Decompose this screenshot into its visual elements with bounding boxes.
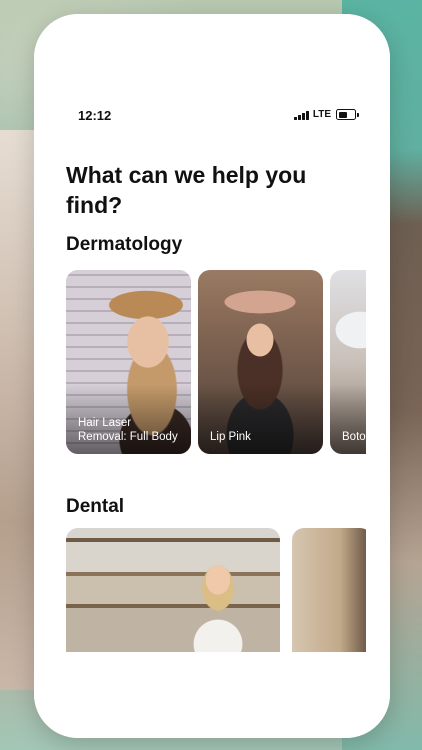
signal-icon [294, 110, 309, 120]
service-card-label: Botox [342, 431, 366, 443]
status-bar: 12:12 LTE [34, 106, 390, 126]
service-card[interactable] [66, 528, 280, 652]
service-card-label: Lip Pink [210, 431, 251, 443]
service-card-image [292, 528, 366, 652]
phone-top-bezel [34, 14, 390, 104]
service-card[interactable]: Hair Laser Removal: Full Body [66, 270, 191, 454]
service-card-image [66, 528, 280, 652]
status-time: 12:12 [78, 108, 112, 123]
service-card[interactable]: Botox [330, 270, 366, 454]
service-card[interactable] [292, 528, 366, 652]
section-title-dermatology: Dermatology [66, 234, 183, 255]
phone-frame: 12:12 LTE What can we help you find? Der… [34, 14, 390, 738]
phone-bottom-bezel [34, 652, 390, 738]
network-type: LTE [312, 109, 331, 120]
service-card[interactable]: Lip Pink [198, 270, 323, 454]
status-indicators: LTE [294, 109, 359, 120]
dental-carousel[interactable] [66, 528, 366, 652]
battery-icon [336, 109, 359, 120]
service-card-label: Hair Laser Removal: Full Body [78, 417, 178, 443]
page-title: What can we help you find? [66, 162, 307, 218]
dermatology-carousel[interactable]: Hair Laser Removal: Full Body Lip Pink B… [66, 270, 366, 456]
section-title-dental: Dental [66, 496, 125, 517]
